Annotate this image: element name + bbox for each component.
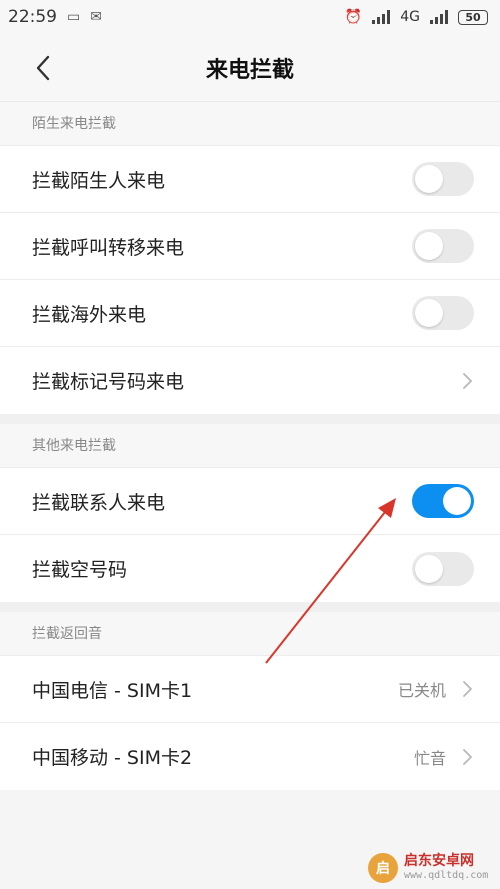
row-block-overseas[interactable]: 拦截海外来电 bbox=[0, 280, 500, 347]
status-bar: 22:59 ▭ ✉ ⏰ 4G 50 bbox=[0, 0, 500, 34]
row-label: 中国电信 - SIM卡1 bbox=[32, 679, 193, 702]
row-block-marked-numbers[interactable]: 拦截标记号码来电 bbox=[0, 347, 500, 414]
toggle-block-contacts[interactable] bbox=[412, 484, 474, 518]
settings-list: 陌生来电拦截 拦截陌生人来电 拦截呼叫转移来电 拦截海外来电 拦截标记号码来电 … bbox=[0, 102, 500, 790]
section-header-other: 其他来电拦截 bbox=[0, 424, 500, 468]
chevron-right-icon bbox=[463, 372, 472, 389]
battery-icon: 50 bbox=[458, 9, 488, 25]
toggle-knob bbox=[415, 165, 443, 193]
chevron-right-icon bbox=[463, 681, 472, 697]
row-block-contacts[interactable]: 拦截联系人来电 bbox=[0, 468, 500, 535]
row-block-empty-numbers[interactable]: 拦截空号码 bbox=[0, 535, 500, 602]
watermark-name: 启东安卓网 bbox=[404, 853, 474, 870]
row-value: 忙音 bbox=[413, 748, 446, 768]
network-type: 4G bbox=[400, 9, 420, 25]
section-header-return-tone: 拦截返回音 bbox=[0, 612, 500, 656]
toggle-block-overseas[interactable] bbox=[412, 296, 474, 330]
row-label: 拦截标记号码来电 bbox=[32, 371, 185, 393]
row-label: 拦截陌生人来电 bbox=[32, 169, 166, 192]
watermark-url: www.qdltdq.com bbox=[404, 869, 489, 881]
chevron-right-icon bbox=[463, 748, 472, 765]
signal-icon-2 bbox=[430, 10, 448, 24]
back-button[interactable] bbox=[26, 50, 60, 86]
status-time: 22:59 bbox=[8, 7, 57, 27]
row-value: 已关机 bbox=[397, 681, 446, 700]
row-label: 拦截联系人来电 bbox=[32, 491, 166, 514]
toggle-block-strangers[interactable] bbox=[412, 162, 474, 196]
row-label: 拦截海外来电 bbox=[32, 303, 147, 326]
row-block-forwarded[interactable]: 拦截呼叫转移来电 bbox=[0, 213, 500, 280]
back-arrow-icon bbox=[36, 55, 50, 81]
row-label: 中国移动 - SIM卡2 bbox=[32, 747, 193, 769]
signal-icon bbox=[372, 10, 391, 24]
notification-icon: ▭ bbox=[67, 9, 81, 25]
toggle-knob bbox=[415, 232, 443, 260]
row-sim1-return-tone[interactable]: 中国电信 - SIM卡1 已关机 bbox=[0, 656, 500, 723]
row-label: 拦截空号码 bbox=[32, 559, 128, 581]
toggle-block-forwarded[interactable] bbox=[412, 229, 474, 263]
app-notification-icon: ✉ bbox=[90, 9, 102, 25]
row-block-strangers[interactable]: 拦截陌生人来电 bbox=[0, 146, 500, 213]
page-title: 来电拦截 bbox=[205, 57, 294, 83]
watermark: 启 启东安卓网 www.qdltdq.com bbox=[368, 846, 500, 889]
watermark-logo-icon: 启 bbox=[368, 852, 398, 883]
toggle-knob bbox=[415, 554, 443, 583]
navigation-bar: 来电拦截 bbox=[0, 34, 500, 102]
toggle-knob bbox=[443, 487, 471, 515]
section-divider bbox=[0, 602, 500, 612]
row-sim2-return-tone[interactable]: 中国移动 - SIM卡2 忙音 bbox=[0, 723, 500, 790]
row-label: 拦截呼叫转移来电 bbox=[32, 236, 185, 259]
toggle-block-empty-numbers[interactable] bbox=[412, 551, 474, 586]
section-header-stranger: 陌生来电拦截 bbox=[0, 102, 500, 146]
section-divider bbox=[0, 414, 500, 424]
toggle-knob bbox=[415, 299, 443, 327]
alarm-icon: ⏰ bbox=[344, 9, 363, 25]
